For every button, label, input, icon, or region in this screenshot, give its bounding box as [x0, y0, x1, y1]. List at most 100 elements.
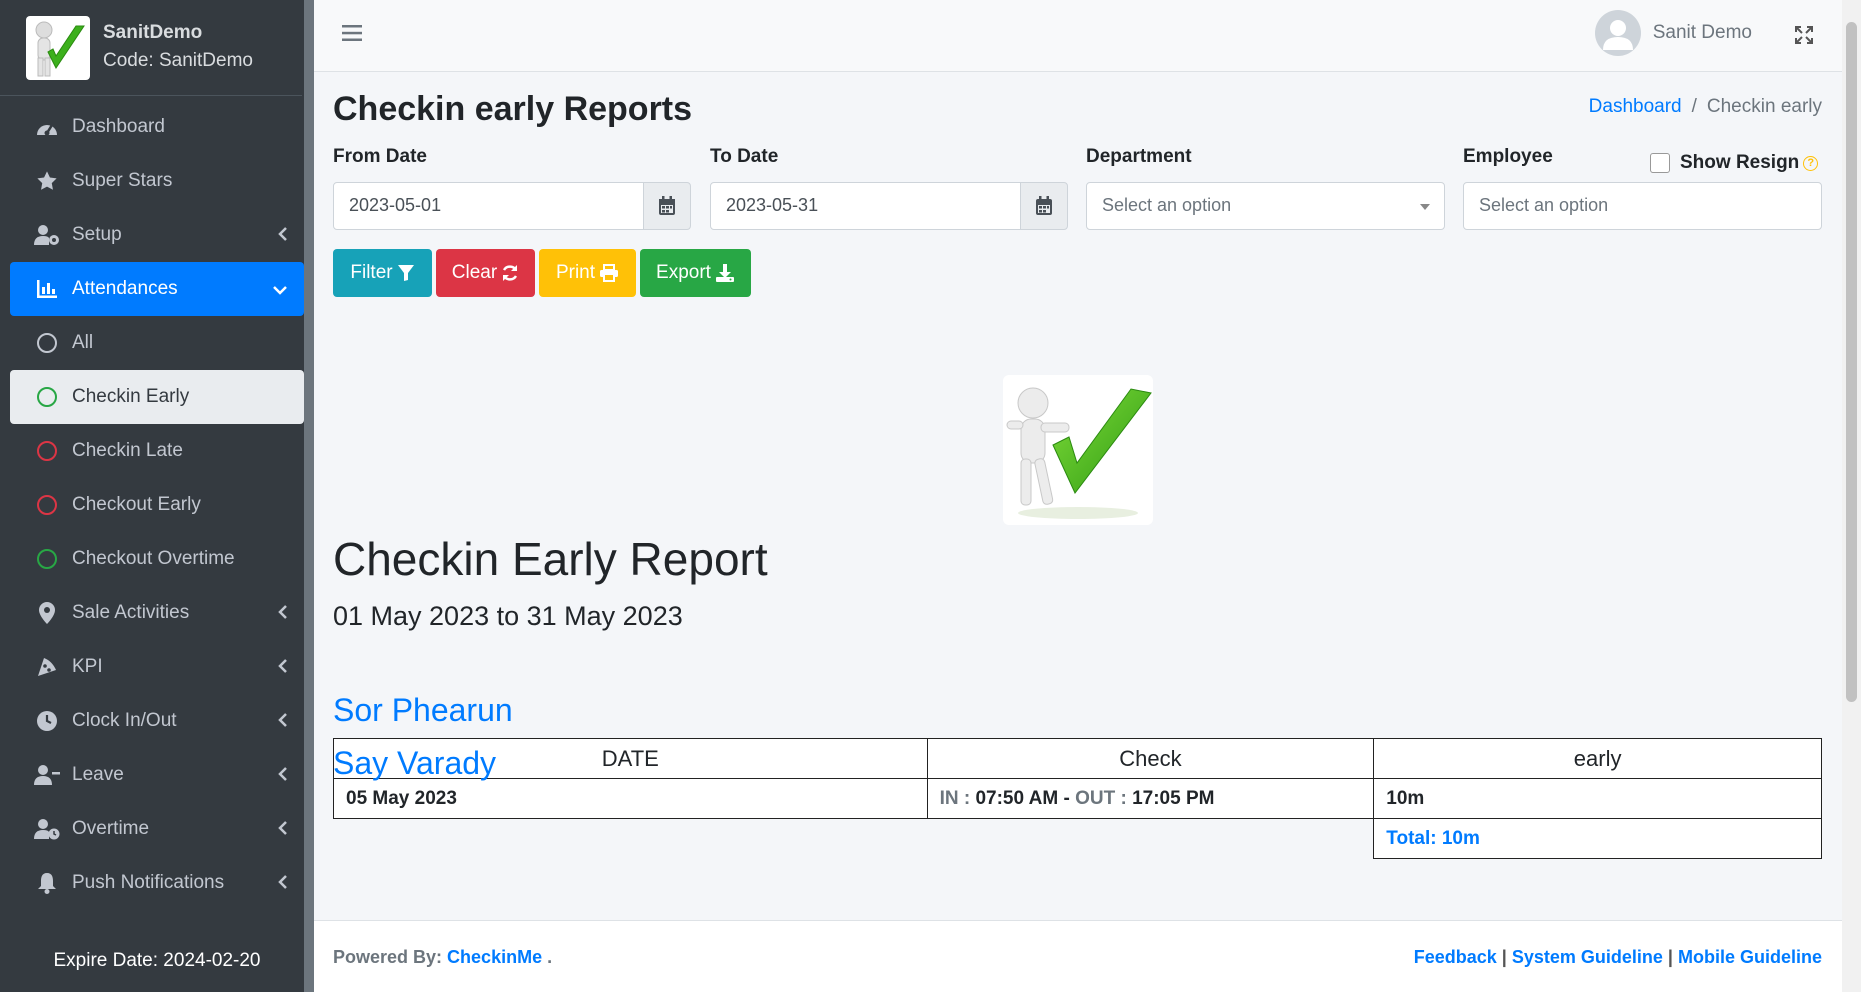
report-table: DATE Check early 05 May 2023 IN : 07:50 …	[333, 738, 1822, 859]
system-guideline-link[interactable]: System Guideline	[1512, 947, 1663, 967]
department-select[interactable]: Select an option	[1086, 182, 1445, 230]
footer: Powered By: CheckinMe . Feedback | Syste…	[314, 920, 1842, 992]
brand-code: Code: SanitDemo	[103, 49, 253, 71]
employee-name-2: Say Varady	[333, 745, 497, 781]
question-circle-icon[interactable]: ?	[1803, 155, 1819, 171]
breadcrumb: Dashboard / Checkin early	[1588, 96, 1822, 117]
checkinme-link[interactable]: CheckinMe	[447, 947, 542, 967]
chevron-left-icon	[278, 658, 288, 680]
print-button-label: Print	[555, 262, 596, 283]
breadcrumb-dashboard-link[interactable]: Dashboard	[1589, 96, 1682, 117]
sidebar-item-attendances[interactable]: Attendances	[10, 262, 304, 316]
user-clock-icon	[34, 816, 60, 842]
sidebar-item-label: Clock In/Out	[72, 710, 177, 731]
brand-logo	[26, 15, 90, 80]
circle-icon	[37, 441, 57, 461]
report-date-range: 01 May 2023 to 31 May 2023	[333, 601, 683, 631]
sidebar-item-setup[interactable]: Setup	[10, 208, 304, 262]
employee-select[interactable]: Select an option	[1463, 182, 1822, 230]
column-header: Check	[926, 738, 1375, 779]
sidebar-item-label: Checkin Early	[72, 386, 190, 407]
user-menu[interactable]: Sanit Demo	[1594, 10, 1752, 56]
brand[interactable]: SanitDemo Code: SanitDemo	[0, 0, 302, 96]
sidebar-item-label: Checkout Overtime	[72, 548, 235, 569]
footer-separator: |	[1667, 947, 1673, 967]
table-total-row: Total: 10m	[334, 818, 1822, 859]
export-button[interactable]: Export	[640, 249, 751, 297]
filter-button-label: Filter	[350, 262, 393, 283]
sidebar-item-leave[interactable]: Leave	[10, 748, 304, 802]
total-early: Total: 10m	[1373, 818, 1822, 859]
circle-icon	[37, 549, 57, 569]
sidebar-item-overtime[interactable]: Overtime	[10, 802, 304, 856]
hamburger-menu-icon[interactable]	[342, 24, 362, 47]
filter-button[interactable]: Filter	[333, 249, 432, 297]
print-button[interactable]: Print	[539, 249, 636, 297]
sidebar-item-checkin-late[interactable]: Checkin Late	[10, 424, 304, 478]
department-label: Department	[1086, 146, 1192, 167]
page-scrollbar-thumb[interactable]	[1846, 22, 1857, 702]
sidebar-item-label: Overtime	[72, 818, 150, 839]
dashboard-icon	[34, 114, 60, 140]
to-date-input[interactable]: 2023-05-31	[710, 182, 1021, 230]
row-check: IN : 07:50 AM - OUT : 17:05 PM	[926, 778, 1375, 819]
sidebar: SanitDemo Code: SanitDemo Dashboard Supe…	[0, 0, 314, 992]
show-resign[interactable]: Show Resign ?	[1650, 152, 1819, 174]
sidebar-item-super-stars[interactable]: Super Stars	[10, 154, 304, 208]
sidebar-item-checkout-overtime[interactable]: Checkout Overtime	[10, 532, 304, 586]
from-date-label: From Date	[333, 146, 427, 167]
star-icon	[34, 168, 60, 194]
breadcrumb-current: Checkin early	[1706, 96, 1822, 117]
circle-icon	[37, 387, 57, 407]
row-early: 10m	[1373, 778, 1822, 819]
sidebar-item-clock-in-out[interactable]: Clock In/Out	[10, 694, 304, 748]
expire-date: Expire Date: 2024-02-20	[53, 950, 261, 971]
export-button-label: Export	[656, 262, 711, 283]
circle-icon	[37, 333, 57, 353]
sidebar-item-checkout-early[interactable]: Checkout Early	[10, 478, 304, 532]
sidebar-item-label: KPI	[72, 656, 103, 677]
fullscreen-icon[interactable]	[1794, 25, 1814, 50]
avatar	[1594, 10, 1641, 56]
department-placeholder: Select an option	[1102, 195, 1232, 215]
sidebar-item-sale-activities[interactable]: Sale Activities	[10, 586, 304, 640]
chevron-left-icon	[278, 820, 288, 842]
user-minus-icon	[34, 762, 60, 788]
clear-button[interactable]: Clear	[436, 249, 535, 297]
chevron-left-icon	[278, 712, 288, 734]
chevron-down-icon	[272, 280, 288, 302]
sidebar-item-label: Checkin Late	[72, 440, 183, 461]
sidebar-item-dashboard[interactable]: Dashboard	[10, 100, 304, 154]
sidebar-item-label: Super Stars	[72, 170, 173, 191]
sidebar-item-label: Setup	[72, 224, 122, 245]
to-date-label: To Date	[710, 146, 779, 167]
mobile-guideline-link[interactable]: Mobile Guideline	[1678, 947, 1822, 967]
sidebar-item-checkin-early[interactable]: Checkin Early	[10, 370, 304, 424]
sidebar-item-label: Push Notifications	[72, 872, 225, 893]
sidebar-scrollbar[interactable]	[304, 0, 314, 992]
brand-name: SanitDemo	[103, 21, 203, 43]
show-resign-label: Show Resign	[1680, 152, 1800, 173]
employee-name: Sor Phearun	[333, 692, 513, 728]
sidebar-item-push-notifications[interactable]: Push Notifications	[10, 856, 304, 910]
from-date-input[interactable]: 2023-05-01	[333, 182, 644, 230]
in-label: IN :	[939, 787, 971, 809]
sidebar-item-label: Attendances	[72, 278, 178, 299]
show-resign-checkbox[interactable]	[1650, 153, 1670, 173]
table-header-row: DATE Check early	[333, 738, 1822, 779]
chevron-left-icon	[278, 766, 288, 788]
download-icon	[715, 264, 734, 282]
employee-label: Employee	[1463, 146, 1553, 167]
calendar-icon[interactable]	[1020, 182, 1068, 230]
print-icon	[600, 264, 619, 282]
feedback-link[interactable]: Feedback	[1414, 947, 1497, 967]
user-cog-icon	[34, 222, 60, 248]
sidebar-item-all[interactable]: All	[10, 316, 304, 370]
calendar-icon[interactable]	[643, 182, 691, 230]
chevron-left-icon	[278, 604, 288, 626]
circle-icon	[37, 495, 57, 515]
report-logo	[1003, 375, 1153, 525]
employee-placeholder: Select an option	[1479, 195, 1609, 215]
sidebar-nav: Dashboard Super Stars Setup Attendances …	[0, 96, 314, 910]
sidebar-item-kpi[interactable]: KPI	[10, 640, 304, 694]
